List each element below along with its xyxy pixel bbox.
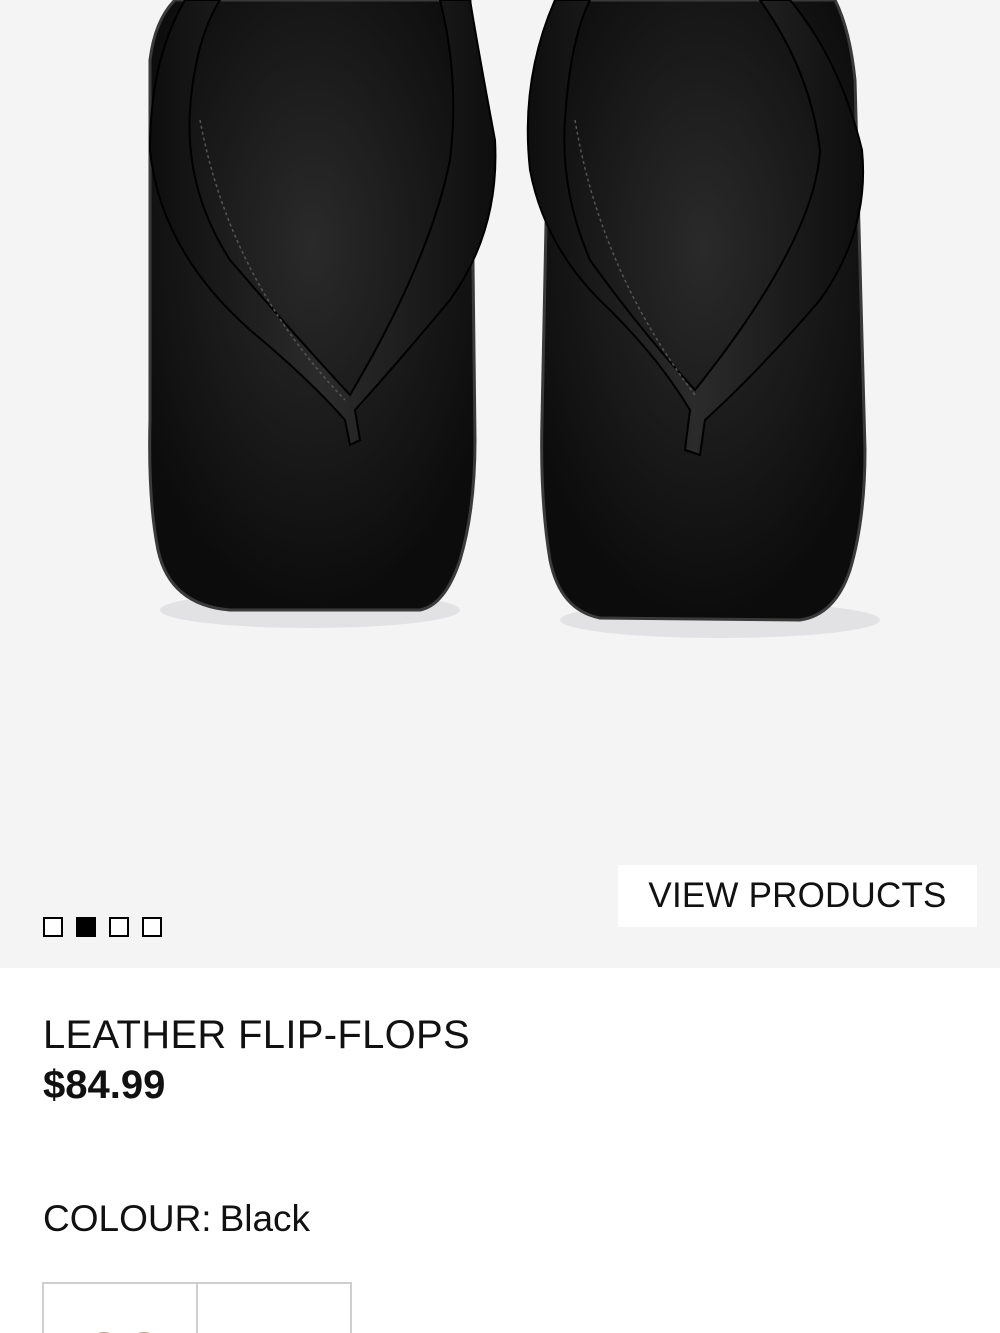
colour-label: COLOUR: bbox=[43, 1198, 212, 1239]
gallery-page-1[interactable] bbox=[43, 917, 63, 937]
product-price: $84.99 bbox=[43, 1063, 166, 1107]
black-sandal-thumbnail bbox=[198, 1284, 352, 1333]
beige-sandal-thumbnail bbox=[97, 1332, 151, 1333]
gallery-pagination bbox=[43, 917, 162, 937]
colour-swatches bbox=[42, 1282, 352, 1333]
product-image-gallery[interactable]: VIEW PRODUCTS bbox=[0, 0, 1000, 968]
swatch-black[interactable] bbox=[196, 1282, 352, 1333]
swatch-beige[interactable] bbox=[42, 1282, 198, 1333]
product-image bbox=[148, 0, 880, 638]
selected-colour-value: Black bbox=[219, 1198, 311, 1239]
view-products-button[interactable]: VIEW PRODUCTS bbox=[618, 865, 977, 927]
gallery-page-2[interactable] bbox=[76, 917, 96, 937]
right-flip-flop bbox=[526, 0, 880, 638]
gallery-page-3[interactable] bbox=[109, 917, 129, 937]
left-flip-flop bbox=[148, 0, 497, 628]
product-title: LEATHER FLIP-FLOPS bbox=[43, 1013, 470, 1057]
gallery-page-4[interactable] bbox=[142, 917, 162, 937]
colour-selector-label: COLOUR: Black bbox=[43, 1198, 310, 1240]
